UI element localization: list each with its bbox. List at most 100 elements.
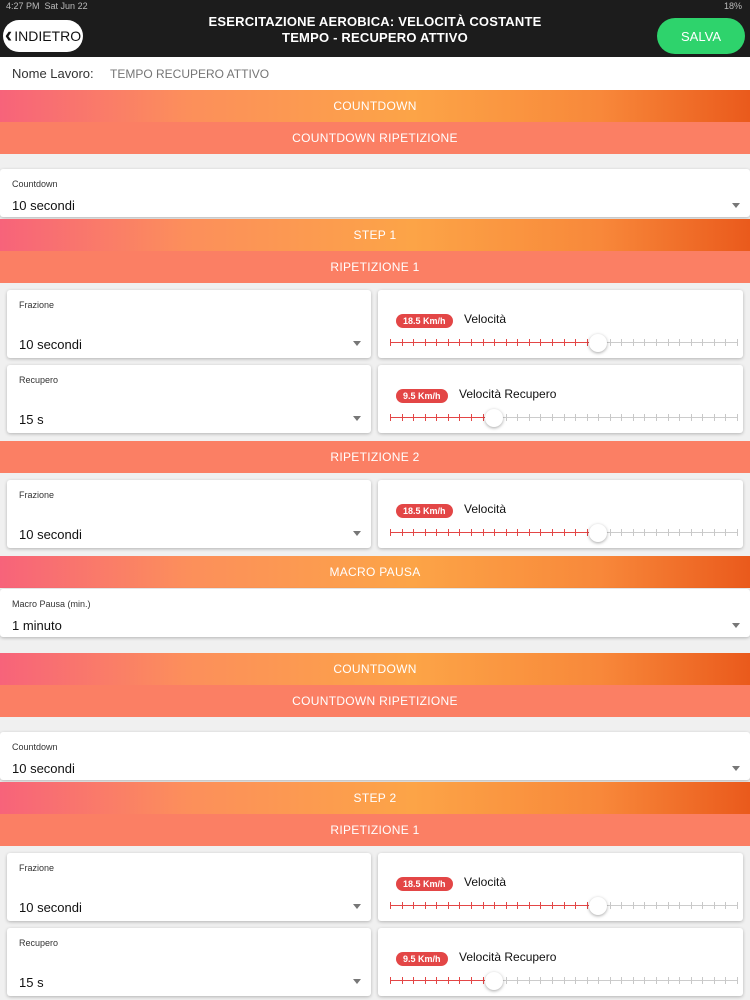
slider-tick [436, 529, 438, 536]
slider-tick [656, 529, 658, 536]
countdown-header: COUNTDOWN [0, 653, 750, 685]
slider-tick [586, 414, 588, 421]
slider-tick [551, 414, 553, 421]
caret-down-icon [732, 623, 740, 628]
slider-tick [447, 529, 449, 536]
frazione-select[interactable]: Frazione 10 secondi [7, 480, 371, 548]
slider-tick [725, 977, 727, 984]
slider-tick [575, 339, 577, 346]
slider-tick [436, 902, 438, 909]
slider-tick [494, 339, 496, 346]
recovery-speed-label: Velocità Recupero [459, 950, 557, 964]
slider-tick [482, 977, 484, 984]
slider-thumb[interactable] [589, 334, 608, 352]
slider-tick [586, 339, 588, 346]
caret-down-icon [353, 416, 361, 421]
slider-tick [702, 977, 704, 984]
slider-tick [505, 414, 507, 421]
frazione-select[interactable]: Frazione 10 secondi [7, 853, 371, 921]
repetition-1-header: RIPETIZIONE 1 [0, 814, 750, 846]
slider-tick [413, 902, 415, 909]
slider-tick [401, 902, 403, 909]
slider-tick [551, 339, 553, 346]
recupero-select[interactable]: Recupero 15 s [7, 928, 371, 996]
slider-thumb[interactable] [589, 524, 608, 542]
slider-tick [436, 339, 438, 346]
frazione-value: 10 secondi [19, 527, 82, 542]
speed-slider[interactable] [390, 334, 738, 352]
save-button[interactable]: SALVA [657, 18, 745, 54]
slider-thumb[interactable] [485, 409, 504, 427]
slider-tick [690, 414, 692, 421]
slider-tick [632, 339, 634, 346]
slider-tick [632, 414, 634, 421]
slider-tick [667, 529, 669, 536]
recovery-speed-slider[interactable] [390, 409, 738, 427]
workout-name-label: Nome Lavoro: [12, 66, 94, 81]
workout-name-input[interactable] [108, 62, 712, 86]
status-time: 4:27 PM Sat Jun 22 [6, 1, 88, 11]
countdown-select[interactable]: Countdown 10 secondi [0, 732, 750, 780]
countdown-select-value: 10 secondi [12, 761, 75, 776]
slider-tick [737, 977, 738, 984]
frazione-caption: Frazione [19, 863, 55, 873]
slider-tick [667, 977, 669, 984]
slider-tick [632, 977, 634, 984]
slider-tick [390, 414, 391, 421]
speed-slider[interactable] [390, 897, 738, 915]
countdown-repetition-header: COUNTDOWN RIPETIZIONE [0, 685, 750, 717]
slider-thumb[interactable] [589, 897, 608, 915]
slider-tick [482, 339, 484, 346]
slider-thumb[interactable] [485, 972, 504, 990]
slider-tick [632, 529, 634, 536]
slider-tick [505, 902, 507, 909]
speed-label: Velocità [464, 502, 507, 516]
slider-tick [702, 339, 704, 346]
page-title-line1: ESERCITAZIONE AEROBICA: VELOCITÀ COSTANT… [208, 14, 542, 29]
macro-pause-select[interactable]: Macro Pausa (min.) 1 minuto [0, 589, 750, 637]
slider-tick [609, 414, 611, 421]
frazione-select[interactable]: Frazione 10 secondi [7, 290, 371, 358]
slider-tick [447, 902, 449, 909]
countdown-select-caption: Countdown [12, 179, 58, 189]
slider-tick [644, 977, 646, 984]
caret-down-icon [732, 766, 740, 771]
slider-fill [390, 417, 495, 418]
speed-label: Velocità [464, 312, 507, 326]
slider-tick [459, 902, 461, 909]
slider-tick [482, 414, 484, 421]
slider-tick [447, 414, 449, 421]
speed-slider-card: 18.5 Km/h Velocità [378, 290, 743, 358]
step-2-header: STEP 2 [0, 782, 750, 814]
workout-name-row: Nome Lavoro: [0, 57, 750, 90]
recupero-caption: Recupero [19, 375, 59, 385]
recovery-speed-slider[interactable] [390, 972, 738, 990]
slider-tick [725, 339, 727, 346]
slider-tick [586, 977, 588, 984]
recupero-select[interactable]: Recupero 15 s [7, 365, 371, 433]
slider-tick [551, 902, 553, 909]
speed-slider-card: 18.5 Km/h Velocità [378, 853, 743, 921]
frazione-caption: Frazione [19, 300, 55, 310]
slider-tick [401, 414, 403, 421]
slider-tick [690, 977, 692, 984]
slider-tick [667, 339, 669, 346]
slider-tick [505, 977, 507, 984]
slider-tick [575, 529, 577, 536]
speed-badge: 18.5 Km/h [396, 504, 453, 518]
slider-tick [424, 414, 426, 421]
slider-tick [621, 414, 623, 421]
slider-tick [563, 339, 565, 346]
countdown-select[interactable]: Countdown 10 secondi [0, 169, 750, 217]
slider-tick [621, 339, 623, 346]
slider-tick [517, 977, 519, 984]
slider-tick [690, 339, 692, 346]
slider-tick [528, 977, 530, 984]
speed-slider[interactable] [390, 524, 738, 542]
slider-tick [621, 529, 623, 536]
caret-down-icon [353, 341, 361, 346]
repetition-2-header: RIPETIZIONE 2 [0, 441, 750, 473]
slider-tick [413, 414, 415, 421]
slider-tick [436, 414, 438, 421]
slider-tick [528, 902, 530, 909]
